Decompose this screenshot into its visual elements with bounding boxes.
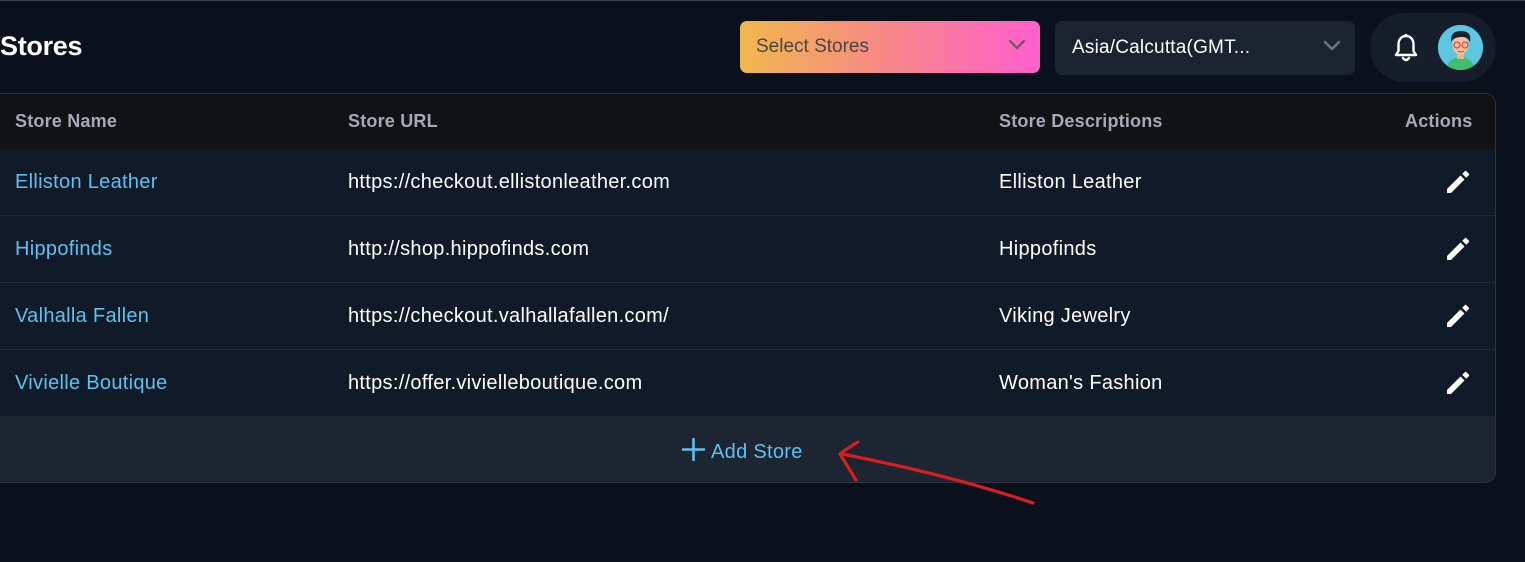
store-name-link[interactable]: Valhalla Fallen	[15, 305, 149, 328]
stores-page: Stores Select Stores Asia/Calcutta(GMT..…	[0, 0, 1525, 562]
store-url: https://checkout.ellistonleather.com	[348, 171, 671, 193]
chevron-down-icon	[1323, 39, 1341, 58]
bell-icon[interactable]	[1393, 33, 1419, 68]
stores-table: Store Name Store URL Store Descriptions …	[0, 93, 1496, 483]
store-description: Hippofinds	[999, 238, 1097, 260]
plus-icon	[681, 437, 706, 466]
column-header-store-descriptions: Store Descriptions	[999, 111, 1163, 131]
table-header: Store Name Store URL Store Descriptions …	[0, 94, 1495, 149]
store-name-link[interactable]: Elliston Leather	[15, 171, 158, 194]
column-header-store-url: Store URL	[348, 111, 438, 131]
add-store-row: Add Store	[0, 416, 1495, 482]
store-description: Elliston Leather	[999, 171, 1142, 193]
add-store-button[interactable]: Add Store	[681, 437, 803, 466]
store-name-link[interactable]: Hippofinds	[15, 238, 113, 261]
store-select-placeholder: Select Stores	[756, 36, 869, 57]
table-row: Hippofinds http://shop.hippofinds.com Hi…	[0, 216, 1495, 283]
store-select-dropdown[interactable]: Select Stores	[740, 21, 1040, 73]
pencil-icon[interactable]	[1443, 368, 1473, 403]
annotation-arrow-icon	[830, 439, 1040, 514]
timezone-select[interactable]: Asia/Calcutta(GMT...	[1055, 21, 1355, 75]
timezone-value: Asia/Calcutta(GMT...	[1072, 37, 1251, 58]
page-title: Stores	[0, 31, 83, 61]
pencil-icon[interactable]	[1443, 167, 1473, 202]
pencil-icon[interactable]	[1443, 301, 1473, 336]
store-description: Woman's Fashion	[999, 372, 1163, 394]
user-area	[1370, 13, 1496, 82]
store-url: https://offer.vivielleboutique.com	[348, 372, 643, 394]
table-row: Vivielle Boutique https://offer.vivielle…	[0, 350, 1495, 417]
add-store-label: Add Store	[711, 440, 803, 463]
table-row: Valhalla Fallen https://checkout.valhall…	[0, 283, 1495, 350]
pencil-icon[interactable]	[1443, 234, 1473, 269]
store-description: Viking Jewelry	[999, 305, 1131, 327]
table-row: Elliston Leather https://checkout.ellist…	[0, 149, 1495, 216]
avatar[interactable]	[1438, 25, 1483, 70]
column-header-store-name: Store Name	[15, 111, 118, 131]
column-header-actions: Actions	[1405, 111, 1473, 131]
store-name-link[interactable]: Vivielle Boutique	[15, 372, 168, 395]
store-url: http://shop.hippofinds.com	[348, 238, 590, 260]
chevron-down-icon	[1008, 38, 1026, 57]
store-url: https://checkout.valhallafallen.com/	[348, 305, 669, 327]
